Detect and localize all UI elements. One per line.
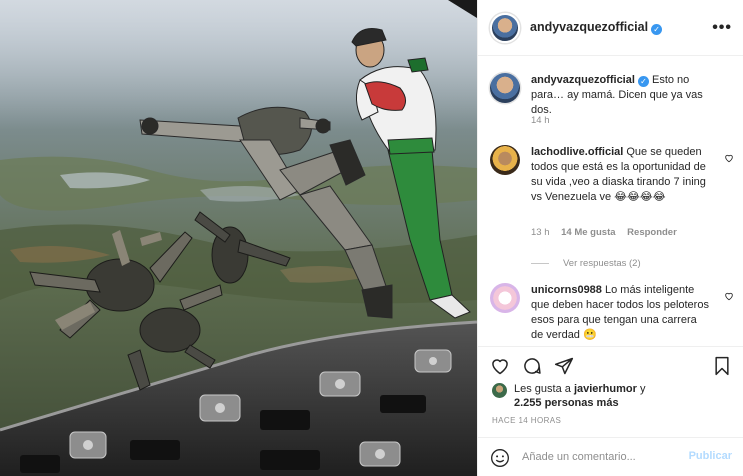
author-avatar[interactable] (490, 12, 520, 43)
heart-icon[interactable] (490, 356, 510, 376)
post-sidebar: andyvazquezofficial ✓ ••• andyvazquezoffi… (477, 0, 743, 476)
caption-username[interactable]: andyvazquezofficial (531, 74, 635, 86)
caption-text-block: andyvazquezofficial ✓ Esto no para… ay ma… (531, 73, 709, 118)
liker-username[interactable]: javierhumor (574, 383, 637, 395)
liker-avatar[interactable] (492, 383, 507, 398)
likes-count[interactable]: 2.255 personas más (514, 397, 619, 409)
more-options-icon[interactable]: ••• (712, 19, 732, 37)
comment-text-block: lachodlive.official Que se queden todos … (531, 145, 709, 205)
comment-row: unicorns0988 Lo más inteligente que debe… (490, 283, 736, 346)
post-actions (478, 346, 743, 382)
verified-badge-icon: ✓ (637, 76, 649, 87)
comment-icon[interactable] (522, 356, 542, 376)
caption-time[interactable]: 14 h (531, 115, 550, 126)
view-replies[interactable]: Ver respuestas (2) (531, 258, 641, 269)
comment-row: lachodlive.official Que se queden todos … (490, 145, 736, 275)
likes-prefix: Les gusta a (514, 383, 571, 395)
comment-avatar[interactable] (490, 283, 520, 313)
caption-meta: 14 h (531, 115, 559, 126)
add-comment-bar: Publicar (478, 437, 743, 476)
post-header: andyvazquezofficial ✓ ••• (478, 0, 743, 56)
comment-avatar[interactable] (490, 145, 520, 175)
comments-list[interactable]: andyvazquezofficial ✓ Esto no para… ay ma… (478, 57, 743, 346)
author-username[interactable]: andyvazquezofficial ✓ (530, 20, 663, 35)
bookmark-icon[interactable] (712, 356, 732, 376)
comment-username[interactable]: unicorns0988 (531, 284, 602, 296)
comment-like-heart-icon[interactable] (724, 291, 734, 301)
comment-username[interactable]: lachodlive.official (531, 146, 623, 158)
post-image[interactable] (0, 0, 477, 476)
verified-badge-icon: ✓ (651, 24, 663, 35)
view-replies-label[interactable]: Ver respuestas (2) (563, 258, 641, 269)
likes-connector: y (639, 383, 646, 395)
comment-reply-button[interactable]: Responder (627, 227, 677, 238)
publish-button[interactable]: Publicar (689, 450, 732, 462)
caption-row: andyvazquezofficial ✓ Esto no para… ay ma… (490, 73, 736, 133)
comment-text-block: unicorns0988 Lo más inteligente que debe… (531, 283, 709, 343)
likes-text: Les gusta a javierhumor y 2.255 personas… (514, 382, 734, 410)
comment-time[interactable]: 13 h (531, 227, 550, 238)
comment-likes[interactable]: 14 Me gusta (561, 227, 615, 238)
emoji-icon[interactable] (490, 448, 510, 468)
caption-avatar[interactable] (490, 73, 520, 103)
share-icon[interactable] (554, 356, 574, 376)
comment-input[interactable] (522, 447, 682, 467)
skydiving-photo (0, 0, 477, 476)
comment-like-heart-icon[interactable] (724, 153, 734, 163)
replies-divider (531, 263, 549, 264)
comment-meta: 13 h 14 Me gusta Responder (531, 227, 686, 238)
post-timestamp[interactable]: HACE 14 HORAS (492, 416, 561, 425)
author-username-text[interactable]: andyvazquezofficial (530, 20, 648, 34)
